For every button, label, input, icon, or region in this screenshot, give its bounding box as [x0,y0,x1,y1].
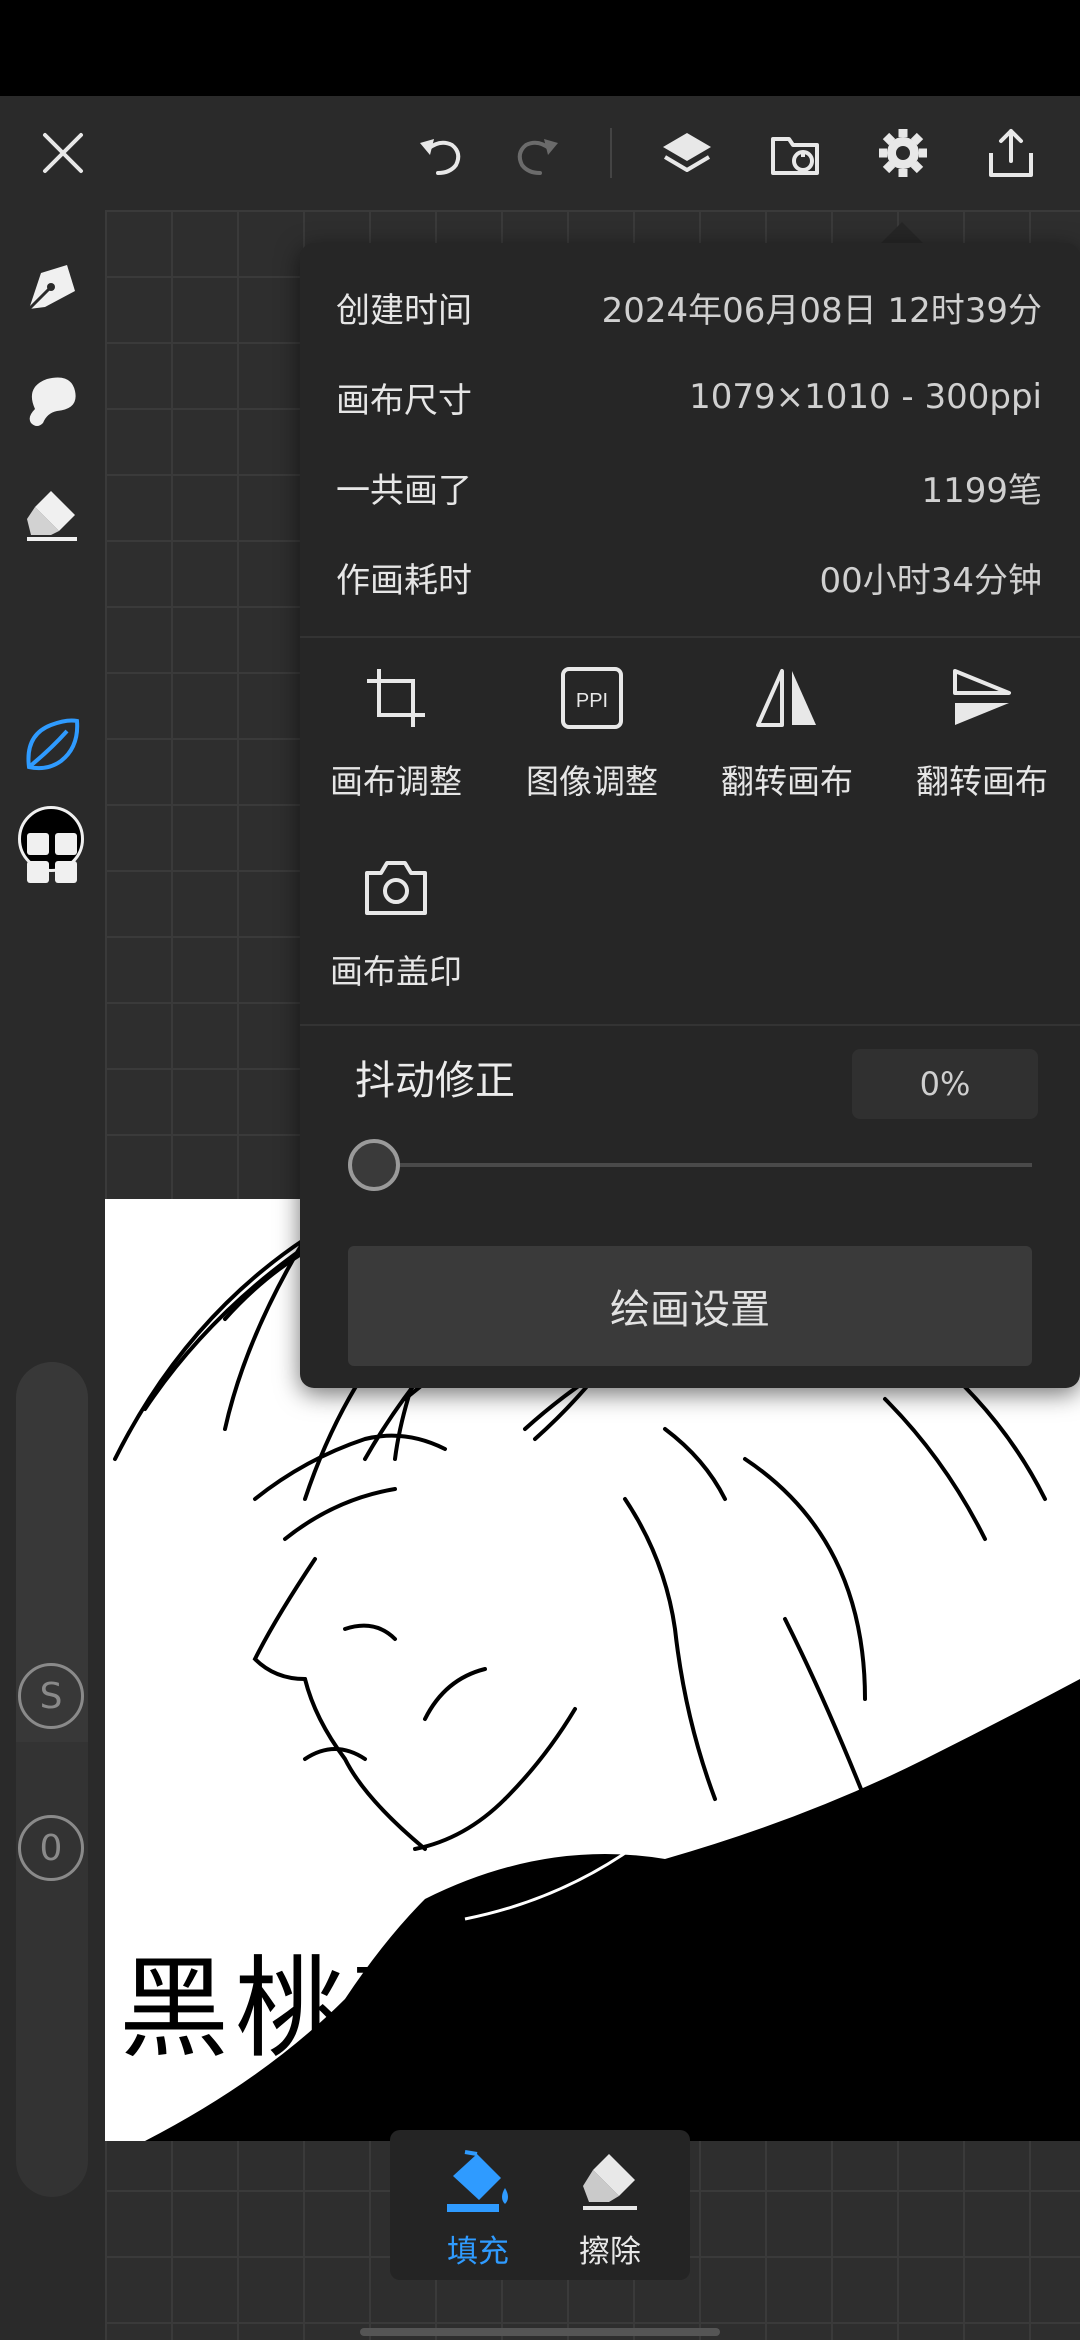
flip-vertical-button[interactable]: 翻转画布 [892,663,1072,813]
close-icon[interactable] [28,118,98,188]
erase-label: 擦除 [579,2234,641,2270]
stabilizer-label: 抖动修正 [355,1058,515,1104]
tool-label: 翻转画布 [721,762,853,801]
info-row-canvas-size: 画布尺寸 1079×1010 - 300ppi [336,367,1042,427]
flip-horizontal-icon [756,669,816,727]
paint-bucket-icon [447,2150,508,2212]
size-label[interactable]: S [18,1663,84,1729]
toolbar-divider [610,128,612,178]
fill-erase-popup: 填充 擦除 [390,2130,690,2280]
redo-icon[interactable] [503,118,573,188]
tool-label: 翻转画布 [916,762,1048,801]
import-icon[interactable] [760,118,830,188]
undo-icon[interactable] [405,118,475,188]
drawing-settings-button[interactable]: 绘画设置 [348,1246,1032,1366]
tool-label: 图像调整 [526,762,658,801]
info-row-created: 创建时间 2024年06月08日 12时39分 [336,277,1042,337]
home-indicator[interactable] [360,2328,720,2336]
tool-label: 画布盖印 [330,952,462,991]
panel-pointer [880,222,924,244]
settings-gear-icon[interactable] [868,118,938,188]
info-key: 作画耗时 [336,560,472,601]
smudge-brush-icon[interactable] [16,364,88,436]
flip-horizontal-button[interactable]: 翻转画布 [697,663,877,813]
panel-divider [300,636,1080,638]
erase-button[interactable]: 擦除 [550,2146,670,2276]
panel-divider [300,1024,1080,1026]
fill-label: 填充 [447,2234,509,2270]
opacity-label[interactable]: 0 [18,1815,84,1881]
eraser-icon [583,2154,637,2210]
info-key: 一共画了 [336,470,472,511]
leaf-brush-icon[interactable] [16,708,88,780]
fill-button[interactable]: 填充 [418,2146,538,2276]
image-adjust-button[interactable]: PPI 图像调整 [502,663,682,813]
info-value: 2024年06月08日 12时39分 [601,290,1042,331]
stabilizer-slider-thumb[interactable] [348,1139,400,1191]
artist-signature: 黑桃K [119,1945,440,2073]
canvas-adjust-button[interactable]: 画布调整 [306,663,486,813]
info-key: 创建时间 [336,290,472,331]
status-bar [0,0,1080,96]
canvas-stamp-button[interactable]: 画布盖印 [306,853,486,1003]
eraser-icon[interactable] [16,478,88,550]
ppi-icon-text: PPI [576,690,608,712]
canvas-info-panel: 创建时间 2024年06月08日 12时39分 画布尺寸 1079×1010 -… [300,243,1080,1388]
pen-tool-icon[interactable] [16,250,88,322]
ppi-icon: PPI [561,667,623,729]
flip-vertical-icon [953,669,1011,725]
share-icon[interactable] [976,118,1046,188]
grid-icon[interactable] [16,822,88,894]
camera-icon [365,861,427,915]
info-row-duration: 作画耗时 00小时34分钟 [336,547,1042,607]
info-value: 00小时34分钟 [819,560,1042,601]
stabilizer-slider-track[interactable] [372,1163,1032,1167]
tool-label: 画布调整 [330,762,462,801]
info-value: 1199笔 [921,470,1042,511]
stabilizer-value[interactable]: 0% [852,1049,1038,1119]
top-toolbar [0,96,1080,210]
info-value: 1079×1010 - 300ppi [689,377,1042,417]
crop-icon [367,669,425,727]
layers-icon[interactable] [652,118,722,188]
info-row-strokes: 一共画了 1199笔 [336,457,1042,517]
info-key: 画布尺寸 [336,380,472,421]
